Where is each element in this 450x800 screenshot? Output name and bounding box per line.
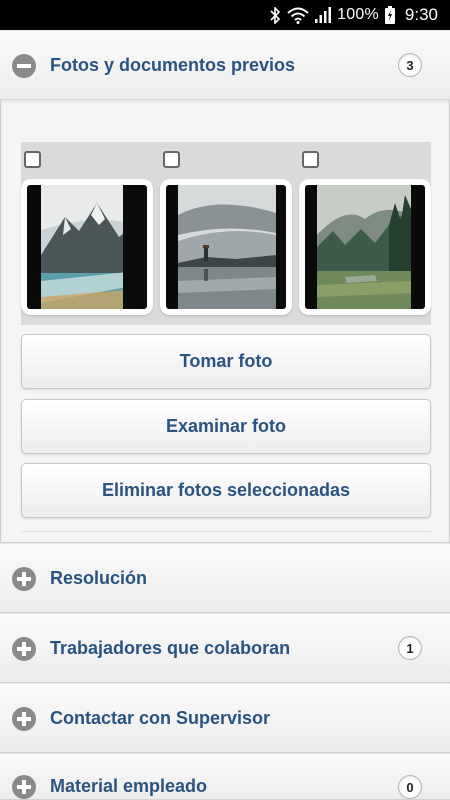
section-title: Resolución bbox=[50, 567, 148, 588]
section-title: Fotos y documentos previos bbox=[50, 54, 296, 75]
battery-icon bbox=[384, 6, 395, 24]
section-photos-header[interactable]: Fotos y documentos previos 3 bbox=[0, 30, 450, 100]
section-resolution-header[interactable]: Resolución bbox=[0, 543, 450, 613]
plus-icon bbox=[12, 637, 36, 661]
photo-item bbox=[21, 142, 153, 325]
wifi-icon bbox=[287, 7, 309, 24]
section-material-header[interactable]: Material empleado 0 bbox=[0, 753, 450, 800]
plus-icon bbox=[12, 775, 36, 799]
minus-icon bbox=[12, 54, 36, 78]
count-badge: 1 bbox=[398, 636, 422, 660]
plus-icon bbox=[12, 567, 36, 591]
photo-item bbox=[299, 142, 431, 325]
section-contact-supervisor-header[interactable]: Contactar con Supervisor bbox=[0, 683, 450, 753]
status-bar: 100% 9:30 bbox=[0, 0, 450, 30]
count-badge: 3 bbox=[398, 53, 422, 77]
photo-thumbnail-frame[interactable] bbox=[160, 179, 292, 315]
signal-icon bbox=[315, 7, 332, 23]
photo-thumbnail-frame[interactable] bbox=[299, 179, 431, 315]
photo-checkbox[interactable] bbox=[163, 151, 180, 168]
battery-percent: 100% bbox=[337, 6, 379, 23]
section-title: Contactar con Supervisor bbox=[50, 707, 271, 728]
count-badge: 0 bbox=[398, 775, 422, 799]
photo-gallery bbox=[21, 142, 431, 325]
section-workers-header[interactable]: Trabajadores que colaboran 1 bbox=[0, 613, 450, 683]
take-photo-button[interactable]: Tomar foto bbox=[21, 334, 431, 389]
photo-checkbox[interactable] bbox=[24, 151, 41, 168]
delete-selected-photos-button[interactable]: Eliminar fotos seleccionadas bbox=[21, 463, 431, 518]
photo-checkbox[interactable] bbox=[302, 151, 319, 168]
plus-icon bbox=[12, 707, 36, 731]
mountain-lake-photo bbox=[27, 185, 147, 309]
bluetooth-icon bbox=[270, 6, 281, 24]
section-title: Material empleado bbox=[50, 776, 208, 796]
browse-photo-button[interactable]: Examinar foto bbox=[21, 399, 431, 454]
photo-item bbox=[160, 142, 292, 325]
section-title: Trabajadores que colaboran bbox=[50, 637, 291, 658]
clock: 9:30 bbox=[404, 5, 438, 24]
divider bbox=[21, 531, 431, 532]
forest-meadow-photo bbox=[305, 185, 425, 309]
lighthouse-sea-photo bbox=[166, 185, 286, 309]
photo-thumbnail-frame[interactable] bbox=[21, 179, 153, 315]
section-photos-content: Tomar foto Examinar foto Eliminar fotos … bbox=[0, 100, 450, 543]
